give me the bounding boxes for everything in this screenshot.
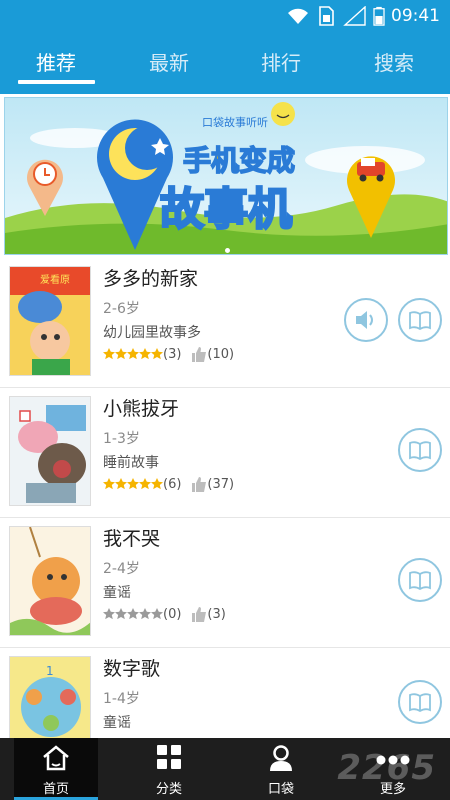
like-count: (10) xyxy=(207,346,235,362)
banner-small-text: 口袋故事听听 xyxy=(202,115,268,129)
like-group[interactable]: (10) xyxy=(191,346,235,362)
tab-search[interactable]: 搜索 xyxy=(338,32,450,94)
watermark: 2265 xyxy=(337,748,436,788)
banner-illustration: 口袋故事听听 手机变成 故事机 xyxy=(5,98,447,254)
battery-icon xyxy=(373,6,385,26)
story-title[interactable]: 数字歌 xyxy=(103,654,160,681)
list-item[interactable]: 我不哭 2-4岁 童谣 (0) (3) xyxy=(0,518,450,648)
nav-home-label: 首页 xyxy=(42,782,69,797)
nav-home[interactable]: 首页 xyxy=(14,738,98,800)
wifi-icon xyxy=(288,8,308,24)
book-icon xyxy=(409,311,431,330)
book-icon xyxy=(409,441,431,460)
read-book-button[interactable] xyxy=(398,558,442,602)
like-count: (37) xyxy=(207,476,235,492)
cover-text: 爱看原 xyxy=(40,273,70,286)
story-meta: (0) (3) xyxy=(103,605,226,623)
story-category: 童谣 xyxy=(103,585,131,601)
like-group[interactable]: (3) xyxy=(191,606,226,622)
svg-text:1: 1 xyxy=(46,664,54,678)
rating-stars xyxy=(103,608,163,620)
rating-count: (6) xyxy=(163,476,182,492)
rating-count: (0) xyxy=(163,606,182,622)
sun-icon xyxy=(271,102,295,126)
like-count: (3) xyxy=(207,606,226,622)
carousel-indicator-dot[interactable] xyxy=(225,248,230,253)
nav-pocket-label: 口袋 xyxy=(267,782,294,797)
book-cover[interactable] xyxy=(9,526,91,636)
nav-categories[interactable]: 分类 xyxy=(114,738,224,800)
book-cover[interactable]: 爱看原 xyxy=(9,266,91,376)
like-group[interactable]: (37) xyxy=(191,476,235,492)
story-meta: (3) (10) xyxy=(103,345,234,363)
active-tab-indicator xyxy=(18,80,95,84)
signal-icon xyxy=(343,6,366,26)
thumbs-up-icon xyxy=(192,346,207,362)
play-audio-button[interactable] xyxy=(344,298,388,342)
story-age: 2-4岁 xyxy=(103,561,140,577)
list-item[interactable]: 爱看原 多多的新家 2-6岁 幼儿园里故事多 (3) (10) xyxy=(0,258,450,388)
nav-pocket[interactable]: 口袋 xyxy=(226,738,336,800)
status-bar: 09:41 xyxy=(0,0,450,32)
top-tab-bar: 推荐 最新 排行 搜索 xyxy=(0,32,450,94)
status-time: 09:41 xyxy=(391,6,440,26)
promo-banner[interactable]: 口袋故事听听 手机变成 故事机 xyxy=(4,97,448,255)
thumbs-up-icon xyxy=(192,476,207,492)
read-book-button[interactable] xyxy=(398,680,442,724)
story-title[interactable]: 我不哭 xyxy=(103,524,160,551)
rating-stars xyxy=(103,348,163,360)
sim-card-icon xyxy=(319,6,334,26)
tab-latest[interactable]: 最新 xyxy=(113,32,225,94)
rating-count: (3) xyxy=(163,346,182,362)
grid-icon xyxy=(157,745,181,769)
story-title[interactable]: 多多的新家 xyxy=(103,264,198,291)
book-cover[interactable] xyxy=(9,396,91,506)
story-category: 童谣 xyxy=(103,715,131,731)
book-icon xyxy=(409,571,431,590)
rating-stars xyxy=(103,478,163,490)
tab-recommended[interactable]: 推荐 xyxy=(0,32,112,94)
speaker-icon xyxy=(356,311,373,329)
banner-headline-2: 故事机 xyxy=(160,184,292,235)
story-category: 睡前故事 xyxy=(103,455,159,471)
story-age: 1-4岁 xyxy=(103,691,140,707)
nav-categories-label: 分类 xyxy=(155,782,182,797)
story-title[interactable]: 小熊拔牙 xyxy=(103,394,179,421)
story-age: 2-6岁 xyxy=(103,301,140,317)
story-age: 1-3岁 xyxy=(103,431,140,447)
book-icon xyxy=(409,693,431,712)
story-category: 幼儿园里故事多 xyxy=(103,325,201,341)
read-book-button[interactable] xyxy=(398,428,442,472)
read-book-button[interactable] xyxy=(398,298,442,342)
person-icon xyxy=(270,745,292,771)
home-icon xyxy=(43,745,69,771)
banner-headline-1: 手机变成 xyxy=(183,144,295,177)
thumbs-up-icon xyxy=(192,606,207,622)
story-meta: (6) (37) xyxy=(103,475,234,493)
tab-ranking[interactable]: 排行 xyxy=(225,32,337,94)
list-item[interactable]: 小熊拔牙 1-3岁 睡前故事 (6) (37) xyxy=(0,388,450,518)
